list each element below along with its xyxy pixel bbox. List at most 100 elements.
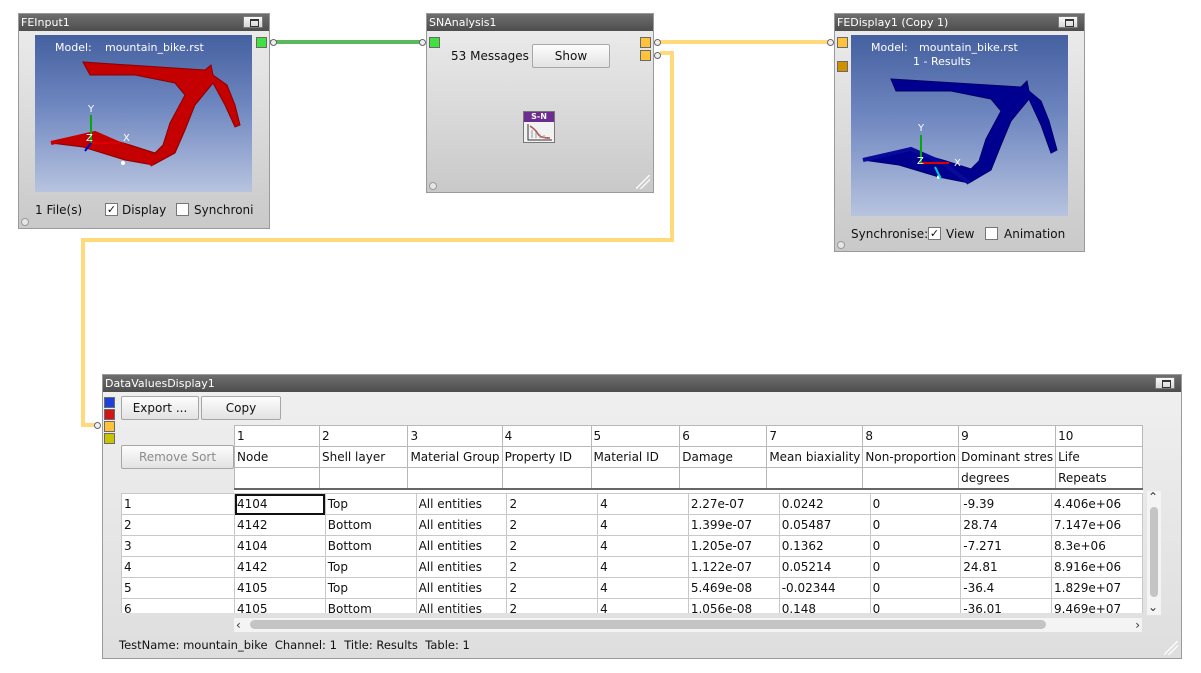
connector-pin-icon[interactable] [94,422,101,429]
row-header-cell[interactable]: 5 [121,577,234,599]
resize-grip-icon[interactable] [1164,641,1178,655]
table-cell[interactable]: 2.27e-07 [687,493,780,515]
table-cell[interactable]: 4142 [234,514,326,536]
restore-icon[interactable] [1058,16,1078,28]
table-cell[interactable]: 7.147e+06 [1051,514,1143,536]
column-name-row-cell[interactable]: Mean biaxiality [766,446,864,468]
fedisplay-node[interactable]: FEDisplay1 (Copy 1) Model: mountain_bike… [827,13,1085,252]
table-cell[interactable]: 0 [869,598,962,613]
table-cell[interactable]: 1.205e-07 [687,535,780,557]
row-header[interactable]: 1 [121,493,234,515]
data-grid[interactable]: 4104 Top All entities 2 4 2.27e-07 0.0242 0 -9.3… [234,493,1143,613]
table-row[interactable]: 4104 Bottom All entities 2 4 1.205e-07 0.1362 0… [234,535,1143,557]
table-cell[interactable]: 0.05487 [778,514,871,536]
resize-grip-icon[interactable] [636,175,650,189]
table-cell[interactable]: Bottom [324,598,417,613]
table-cell[interactable]: 4 [597,514,689,536]
synchronise-checkbox[interactable] [176,203,189,216]
sn-curve-icon[interactable]: S-N [523,111,555,143]
animation-checkbox[interactable] [985,227,998,240]
table-cell[interactable]: 4 [597,535,689,557]
connector-pin-icon[interactable] [827,39,834,46]
row-header[interactable]: 3 [121,535,234,557]
table-cell[interactable]: -9.39 [960,493,1053,515]
input-port-icon[interactable] [429,37,440,48]
row-header[interactable]: 5 [121,577,234,599]
table-cell[interactable]: All entities [415,598,508,613]
table-cell[interactable]: Bottom [324,535,417,557]
vertical-scrollbar[interactable]: ⌃ ⌄ [1147,491,1161,615]
table-cell[interactable]: 2 [506,598,599,613]
scroll-down-icon[interactable]: ⌄ [1148,601,1158,613]
horizontal-scroll-thumb[interactable] [250,620,1046,629]
fedisplay-title[interactable]: FEDisplay1 (Copy 1) [835,14,1084,31]
row-header-cell[interactable]: 6 [121,598,234,613]
column-name-row-cell[interactable]: Life [1055,446,1143,468]
connector-pin-icon[interactable] [419,39,426,46]
horizontal-scrollbar[interactable]: ‹ › [234,618,1142,632]
row-header[interactable]: 4 [121,556,234,578]
restore-icon[interactable] [1155,377,1175,389]
export-button[interactable]: Export ... [121,396,199,420]
row-header[interactable]: 6 [121,598,234,613]
table-cell[interactable]: Bottom [324,514,417,536]
table-cell[interactable]: 8.3e+06 [1051,535,1143,557]
table-cell[interactable]: -0.02344 [778,577,871,599]
node-anchor-icon[interactable] [429,182,437,190]
table-cell[interactable]: 4 [597,598,689,613]
view-checkbox[interactable]: ✓ [928,227,941,240]
table-cell[interactable]: 1.122e-07 [687,556,780,578]
table-row[interactable]: 4105 Top All entities 2 4 5.469e-08 -0.02344 0-… [234,577,1143,599]
output-port-icon[interactable] [256,37,267,48]
restore-icon[interactable] [243,16,263,28]
row-header[interactable]: 2 [121,514,234,536]
scroll-left-icon[interactable]: ‹ [236,619,241,631]
table-cell[interactable]: 0.0242 [778,493,871,515]
table-cell[interactable]: 0.148 [778,598,871,613]
table-cell[interactable]: 5.469e-08 [687,577,780,599]
input-port-icon[interactable] [104,397,115,408]
table-cell[interactable]: 0 [869,535,962,557]
feinput-node[interactable]: FEInput1 Model: mountain_bike.rst Y X Z … [18,13,277,229]
table-cell[interactable]: 1.399e-07 [687,514,780,536]
table-cell[interactable]: 9.469e+07 [1051,598,1143,613]
column-name-row-cell[interactable]: Material Group [407,446,503,468]
column-name-row-cell[interactable]: Shell layer [318,446,409,468]
input-port-icon[interactable] [104,433,115,444]
table-cell[interactable]: Top [324,556,417,578]
table-cell[interactable]: 0 [869,556,962,578]
table-row[interactable]: 4105 Bottom All entities 2 4 1.056e-08 0.148 0-… [234,598,1143,613]
table-cell[interactable]: All entities [415,535,508,557]
scroll-right-icon[interactable]: › [1135,619,1140,631]
column-name-row-cell[interactable]: Property ID [501,446,592,468]
table-cell[interactable]: 24.81 [960,556,1053,578]
snanalysis-node[interactable]: SNAnalysis1 53 Messages Show S-N [419,13,661,193]
connector-pin-icon[interactable] [654,52,661,59]
table-cell[interactable]: 4142 [234,556,326,578]
remove-sort-button[interactable]: Remove Sort [121,445,234,469]
table-cell[interactable]: Top [324,577,417,599]
table-cell[interactable]: All entities [415,556,508,578]
fedisplay-3d-viewport[interactable]: Model: mountain_bike.rst 1 - Results Y X… [851,35,1068,216]
table-cell[interactable]: 4 [597,493,689,515]
table-cell[interactable]: 4 [597,577,689,599]
connector-pin-icon[interactable] [270,39,277,46]
column-name-row-cell[interactable]: Dominant stres [958,446,1057,468]
feinput-title[interactable]: FEInput1 [19,14,269,31]
datavalues-title[interactable]: DataValuesDisplay1 [103,375,1181,392]
output-port-icon[interactable] [640,37,651,48]
show-messages-button[interactable]: Show [532,44,610,68]
connector-pin-icon[interactable] [654,39,661,46]
table-cell[interactable]: 2 [506,493,599,515]
table-cell[interactable]: 2 [506,556,599,578]
table-row[interactable]: 4142 Bottom All entities 2 4 1.399e-07 0.05487… [234,514,1143,536]
input-port-icon[interactable] [837,37,848,48]
row-header-cell[interactable]: 3 [121,535,234,557]
output-port-icon[interactable] [640,50,651,61]
row-header-cell[interactable]: 1 [121,493,234,515]
table-cell[interactable]: All entities [415,577,508,599]
table-cell[interactable]: 2 [506,514,599,536]
table-cell[interactable]: 1.829e+07 [1051,577,1143,599]
column-name-row-cell[interactable]: Non-proportion [862,446,960,468]
table-cell[interactable]: All entities [415,493,508,515]
